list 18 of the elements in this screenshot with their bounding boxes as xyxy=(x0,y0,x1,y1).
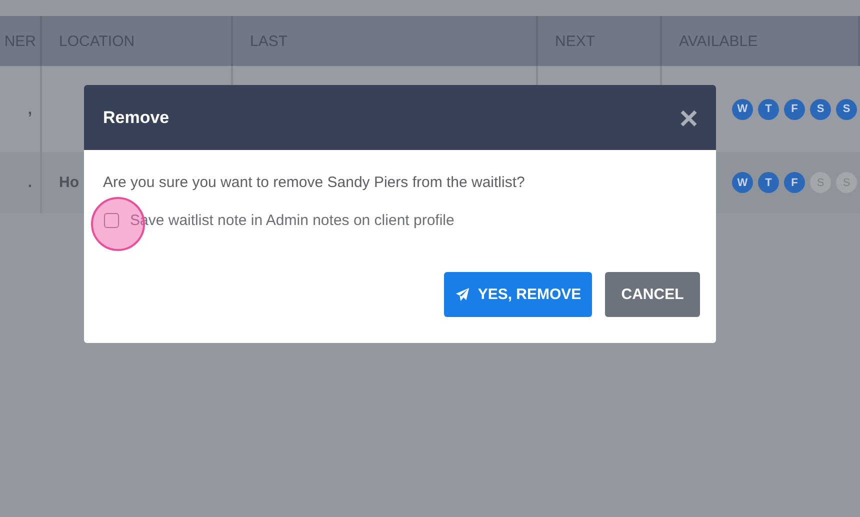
day-badge: S xyxy=(836,98,857,120)
yes-remove-button[interactable]: YES, REMOVE xyxy=(444,272,592,317)
paper-plane-icon xyxy=(454,287,470,302)
day-badge: F xyxy=(784,172,805,193)
day-badge: T xyxy=(758,172,779,193)
cancel-button[interactable]: CANCEL xyxy=(605,272,700,317)
checkbox[interactable] xyxy=(104,213,119,228)
day-badge: F xyxy=(784,98,805,120)
table-cell: , xyxy=(28,100,32,118)
table-cell: . xyxy=(28,174,32,191)
day-badge: W xyxy=(732,172,753,193)
day-badge: W xyxy=(732,98,753,120)
table-cell: Ho xyxy=(59,174,79,191)
close-button[interactable]: × xyxy=(679,102,698,134)
confirm-message: Are you sure you want to remove Sandy Piers from the waitlist? xyxy=(103,174,526,191)
dialog-title: Remove xyxy=(103,108,170,128)
day-badge: S xyxy=(810,98,831,120)
day-badge: T xyxy=(758,98,779,120)
